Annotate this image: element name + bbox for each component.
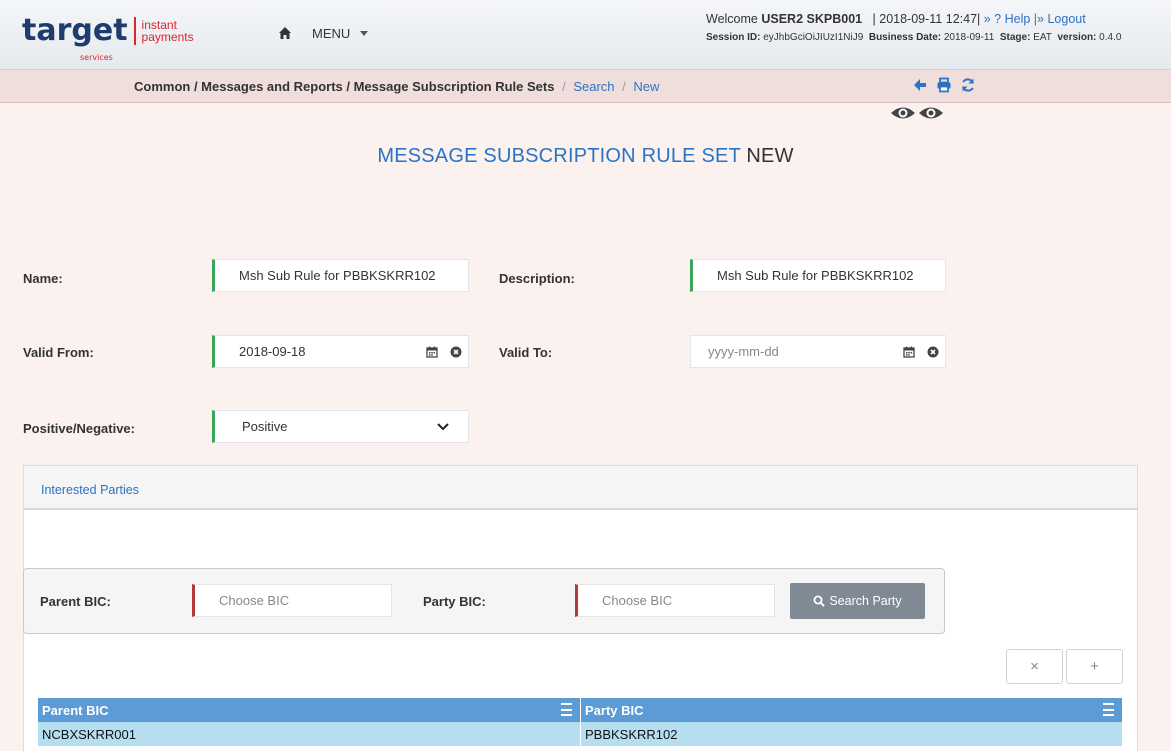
search-icon bbox=[813, 595, 826, 607]
logo-instant-payments: instant payments bbox=[142, 19, 194, 43]
calendar-icon[interactable] bbox=[420, 346, 444, 358]
name-value: Msh Sub Rule for PBBKSKRR102 bbox=[239, 268, 436, 283]
breadcrumb: Common / Messages and Reports / Message … bbox=[134, 79, 659, 94]
page-title: MESSAGE SUBSCRIPTION RULE SET NEW bbox=[0, 145, 1171, 168]
party-bic-label: Party BIC: bbox=[423, 594, 486, 609]
parent-bic-input[interactable]: Choose BIC bbox=[192, 584, 392, 617]
breadcrumb-bar: Common / Messages and Reports / Message … bbox=[0, 70, 1171, 103]
breadcrumb-separator: / bbox=[622, 79, 626, 94]
stage-label: Stage: bbox=[999, 32, 1031, 43]
search-party-button[interactable]: Search Party bbox=[790, 583, 925, 619]
column-header-parent-bic[interactable]: Parent BIC bbox=[38, 698, 580, 722]
visibility-toggles bbox=[890, 105, 944, 121]
session-label: Session ID: bbox=[706, 32, 761, 43]
parent-bic-placeholder: Choose BIC bbox=[219, 593, 290, 608]
add-icon: + bbox=[1090, 658, 1099, 675]
positive-negative-label: Positive/Negative: bbox=[23, 421, 135, 436]
logo-wordmark: target services bbox=[22, 16, 128, 63]
chevron-down-icon bbox=[418, 422, 468, 431]
welcome-text: Welcome bbox=[706, 12, 758, 26]
name-label: Name: bbox=[23, 271, 63, 286]
breadcrumb-separator: / bbox=[562, 79, 566, 94]
cell-party-bic: PBBKSKRR102 bbox=[580, 722, 1122, 746]
panel-header: Interested Parties bbox=[24, 466, 1137, 510]
table-row[interactable]: NCBXSKRR001 PBBKSKRR102 bbox=[38, 722, 1122, 746]
remove-icon: × bbox=[1030, 658, 1039, 675]
column-menu-icon[interactable] bbox=[1103, 703, 1114, 716]
help-link[interactable]: » ? Help bbox=[984, 12, 1031, 26]
refresh-icon[interactable] bbox=[960, 77, 976, 93]
menu-label: MENU bbox=[312, 26, 351, 41]
valid-from-value: 2018-09-18 bbox=[239, 344, 306, 359]
tab-interested-parties[interactable]: Interested Parties bbox=[41, 483, 139, 497]
target-logo: target services instant payments bbox=[22, 16, 194, 63]
print-icon[interactable] bbox=[936, 77, 952, 93]
eye-icon[interactable] bbox=[890, 105, 916, 121]
back-arrow-icon[interactable] bbox=[912, 77, 928, 93]
party-bic-placeholder: Choose BIC bbox=[602, 593, 673, 608]
app-header: target services instant payments MENU We… bbox=[0, 0, 1171, 70]
page-actions bbox=[912, 77, 976, 93]
party-bic-input[interactable]: Choose BIC bbox=[575, 584, 775, 617]
eye-icon[interactable] bbox=[918, 105, 944, 121]
user-name: USER2 SKPB001 bbox=[761, 12, 863, 26]
add-party-button[interactable]: + bbox=[1066, 649, 1123, 684]
version-label: version: bbox=[1057, 32, 1097, 43]
description-field[interactable]: Msh Sub Rule for PBBKSKRR102 bbox=[690, 259, 946, 292]
column-label: Parent BIC bbox=[42, 702, 109, 718]
column-label: Party BIC bbox=[585, 702, 644, 718]
clear-icon[interactable] bbox=[921, 346, 945, 358]
column-menu-icon[interactable] bbox=[561, 703, 572, 716]
clear-icon[interactable] bbox=[444, 346, 468, 358]
chevron-down-icon bbox=[360, 31, 369, 36]
version-value: 0.4.0 bbox=[1099, 32, 1122, 43]
business-date-label: Business Date: bbox=[868, 32, 942, 43]
calendar-icon[interactable] bbox=[897, 346, 921, 358]
user-info: Welcome USER2 SKPB001 | 2018-09-11 12:47… bbox=[706, 12, 1166, 43]
description-value: Msh Sub Rule for PBBKSKRR102 bbox=[717, 268, 914, 283]
parties-grid: Parent BIC Party BIC NCBXSKRR001 PBBKSKR… bbox=[38, 698, 1122, 746]
valid-from-label: Valid From: bbox=[23, 345, 94, 360]
valid-to-placeholder: yyyy-mm-dd bbox=[708, 344, 779, 359]
logo-divider bbox=[133, 17, 136, 45]
datetime-text: | 2018-09-11 12:47| bbox=[872, 12, 981, 26]
valid-to-field[interactable]: yyyy-mm-dd bbox=[690, 335, 946, 368]
description-label: Description: bbox=[499, 271, 575, 286]
stage-value: EAT bbox=[1033, 32, 1052, 43]
column-header-party-bic[interactable]: Party BIC bbox=[580, 698, 1122, 722]
search-party-label: Search Party bbox=[829, 594, 902, 608]
positive-negative-select[interactable]: Positive bbox=[212, 410, 469, 443]
business-date-value: 2018-09-11 bbox=[943, 32, 995, 43]
name-field[interactable]: Msh Sub Rule for PBBKSKRR102 bbox=[212, 259, 469, 292]
menu-dropdown[interactable]: MENU bbox=[312, 26, 369, 41]
grid-header: Parent BIC Party BIC bbox=[38, 698, 1122, 722]
logo-payments-text: payments bbox=[141, 30, 194, 44]
cell-parent-bic: NCBXSKRR001 bbox=[42, 726, 136, 742]
remove-party-button[interactable]: × bbox=[1006, 649, 1063, 684]
home-icon[interactable] bbox=[278, 26, 292, 40]
breadcrumb-search-link[interactable]: Search bbox=[573, 79, 614, 94]
session-value: eyJhbGciOiJIUzI1NiJ9 bbox=[763, 32, 864, 43]
page-title-mode: NEW bbox=[746, 145, 794, 167]
valid-from-field[interactable]: 2018-09-18 bbox=[212, 335, 469, 368]
breadcrumb-path: Common / Messages and Reports / Message … bbox=[134, 79, 555, 94]
positive-negative-value: Positive bbox=[242, 419, 288, 434]
logout-link[interactable]: |» Logout bbox=[1034, 12, 1086, 26]
valid-to-label: Valid To: bbox=[499, 345, 553, 360]
breadcrumb-new: New bbox=[633, 79, 660, 94]
page-title-main: MESSAGE SUBSCRIPTION RULE SET bbox=[377, 145, 741, 167]
parent-bic-label: Parent BIC: bbox=[40, 594, 111, 609]
logo-services-text: services bbox=[80, 53, 113, 62]
